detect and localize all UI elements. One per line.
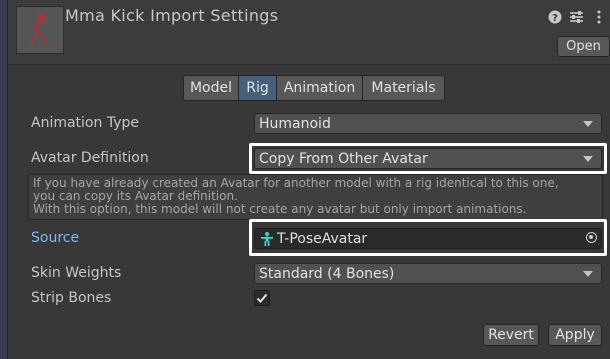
header-icons: ? <box>547 8 606 26</box>
tab-rig[interactable]: Rig <box>238 75 277 101</box>
source-value: T-PoseAvatar <box>277 230 368 247</box>
strip-bones-checkbox[interactable] <box>254 290 270 306</box>
animation-type-value: Humanoid <box>259 115 331 132</box>
skin-weights-label: Skin Weights <box>31 265 122 281</box>
animation-type-dropdown[interactable]: Humanoid <box>254 113 602 134</box>
revert-button[interactable]: Revert <box>483 324 539 346</box>
checkmark-icon <box>256 293 268 303</box>
left-edge-strip <box>0 0 8 359</box>
animation-type-label: Animation Type <box>31 115 139 131</box>
svg-text:?: ? <box>552 13 558 24</box>
source-object-field[interactable]: T-PoseAvatar <box>254 228 602 249</box>
window-title: Mma Kick Import Settings <box>65 6 279 25</box>
avatar-definition-value: Copy From Other Avatar <box>259 150 428 167</box>
object-picker-icon[interactable] <box>586 232 597 243</box>
import-tabs: Model Rig Animation Materials <box>183 75 445 101</box>
chevron-down-icon <box>583 271 593 277</box>
chevron-down-icon <box>583 156 593 162</box>
strip-bones-label: Strip Bones <box>31 290 112 306</box>
tab-materials[interactable]: Materials <box>362 75 445 101</box>
avatar-help-box: If you have already created an Avatar fo… <box>28 174 603 220</box>
avatar-definition-label: Avatar Definition <box>31 150 149 166</box>
preset-icon[interactable] <box>569 10 584 25</box>
import-settings-inspector: Mma Kick Import Settings ? Open Model Ri… <box>0 0 610 359</box>
more-menu-icon[interactable] <box>591 10 606 25</box>
skin-weights-value: Standard (4 Bones) <box>259 265 395 282</box>
open-button[interactable]: Open <box>557 36 610 57</box>
inspector-header: Mma Kick Import Settings ? Open <box>8 0 610 65</box>
skin-weights-dropdown[interactable]: Standard (4 Bones) <box>254 263 602 284</box>
tab-model[interactable]: Model <box>183 75 239 101</box>
help-icon[interactable]: ? <box>547 10 562 25</box>
avatar-icon <box>259 231 275 247</box>
chevron-down-icon <box>583 121 593 127</box>
apply-button[interactable]: Apply <box>548 324 602 346</box>
help-line-3: With this option, this model will not cr… <box>33 202 527 216</box>
tab-animation[interactable]: Animation <box>276 75 363 101</box>
model-thumbnail <box>16 6 64 54</box>
source-label: Source <box>31 230 80 246</box>
avatar-definition-dropdown[interactable]: Copy From Other Avatar <box>254 148 602 169</box>
